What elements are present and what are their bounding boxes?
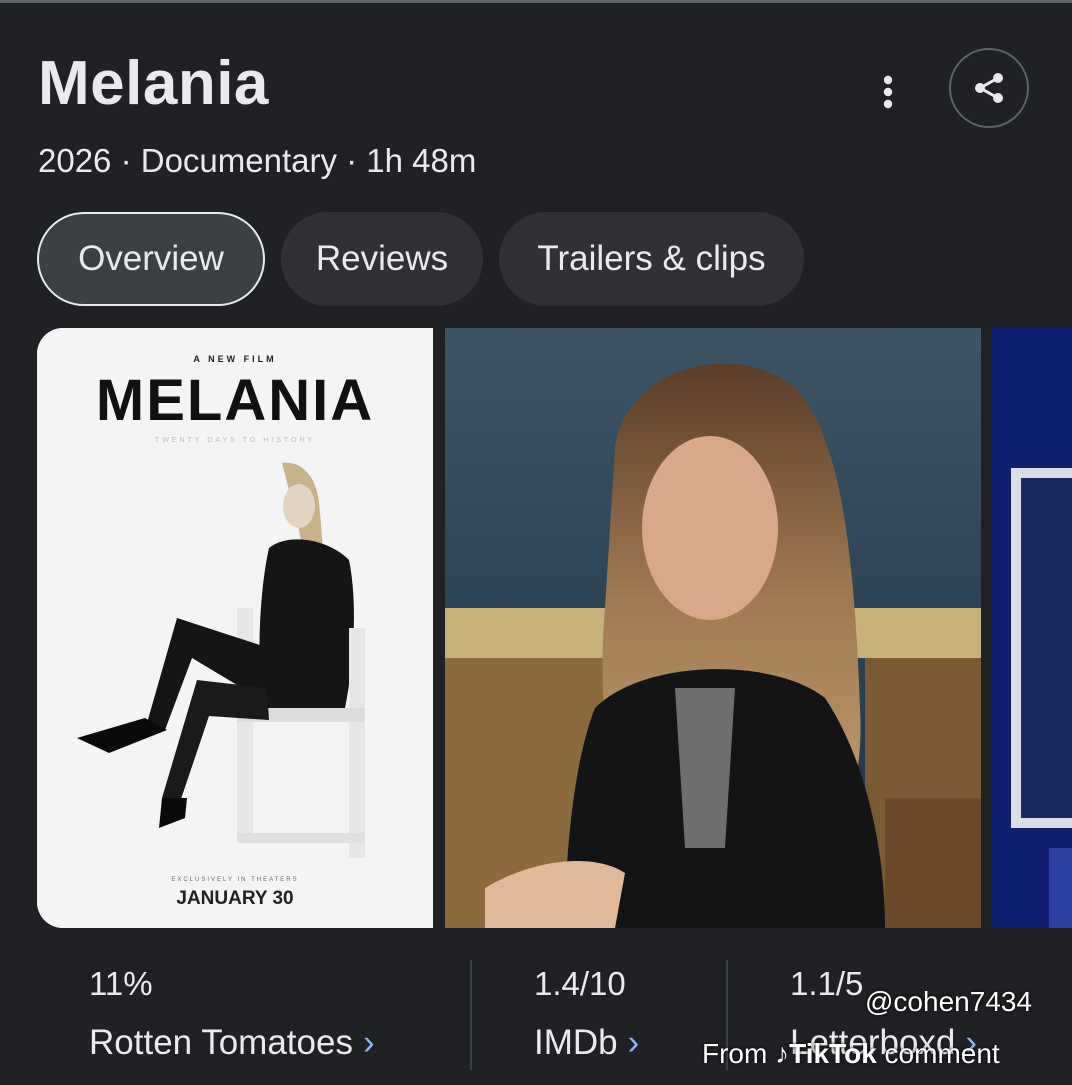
tab-reviews[interactable]: Reviews: [281, 212, 483, 306]
poster-date: JANUARY 30: [176, 888, 293, 909]
top-edge: [0, 0, 1072, 3]
watermark-line: From ♪TikTok comment: [702, 1038, 1000, 1070]
watermark-brand: TikTok: [789, 1038, 877, 1069]
watermark-suffix: comment: [884, 1038, 1000, 1069]
share-icon: [975, 73, 1003, 103]
movie-title: Melania: [38, 49, 269, 118]
tiktok-logo-icon: ♪: [775, 1038, 790, 1069]
still-photo[interactable]: [445, 328, 981, 928]
rating-score: 11%: [89, 965, 153, 1002]
tab-overview[interactable]: Overview: [37, 212, 265, 306]
poster-exclusive: EXCLUSIVELY IN THEATERS: [171, 877, 298, 883]
rating-source: IMDb: [534, 1023, 618, 1062]
rating-imdb[interactable]: 1.4/10 IMDb ›: [534, 965, 639, 1063]
more-vert-icon: [883, 75, 893, 109]
still-artwork: [445, 328, 981, 928]
divider: [470, 960, 472, 1070]
movie-meta: 2026 · Documentary · 1h 48m: [38, 142, 477, 179]
chevron-right-icon: ›: [627, 1023, 640, 1062]
watermark-handle: @cohen7434: [865, 986, 1033, 1017]
rating-rotten-tomatoes[interactable]: 11% Rotten Tomatoes ›: [89, 965, 375, 1063]
third-image[interactable]: [991, 328, 1072, 928]
rating-source: Rotten Tomatoes: [89, 1023, 353, 1062]
poster-image[interactable]: A NEW FILM MELANIA TWENTY DAYS TO HISTOR…: [37, 328, 433, 928]
rating-score: 1.4/10: [534, 965, 626, 1002]
poster-title: MELANIA: [96, 368, 374, 433]
poster-subtitle: TWENTY DAYS TO HISTORY: [155, 437, 315, 444]
chevron-right-icon: ›: [362, 1023, 375, 1062]
poster-kicker: A NEW FILM: [193, 354, 276, 364]
poster-artwork: A NEW FILM MELANIA TWENTY DAYS TO HISTOR…: [37, 328, 433, 928]
share-button[interactable]: [949, 48, 1029, 128]
more-options-button[interactable]: [866, 68, 910, 116]
tab-trailers-clips[interactable]: Trailers & clips: [499, 212, 804, 306]
watermark-prefix: From: [702, 1038, 768, 1069]
